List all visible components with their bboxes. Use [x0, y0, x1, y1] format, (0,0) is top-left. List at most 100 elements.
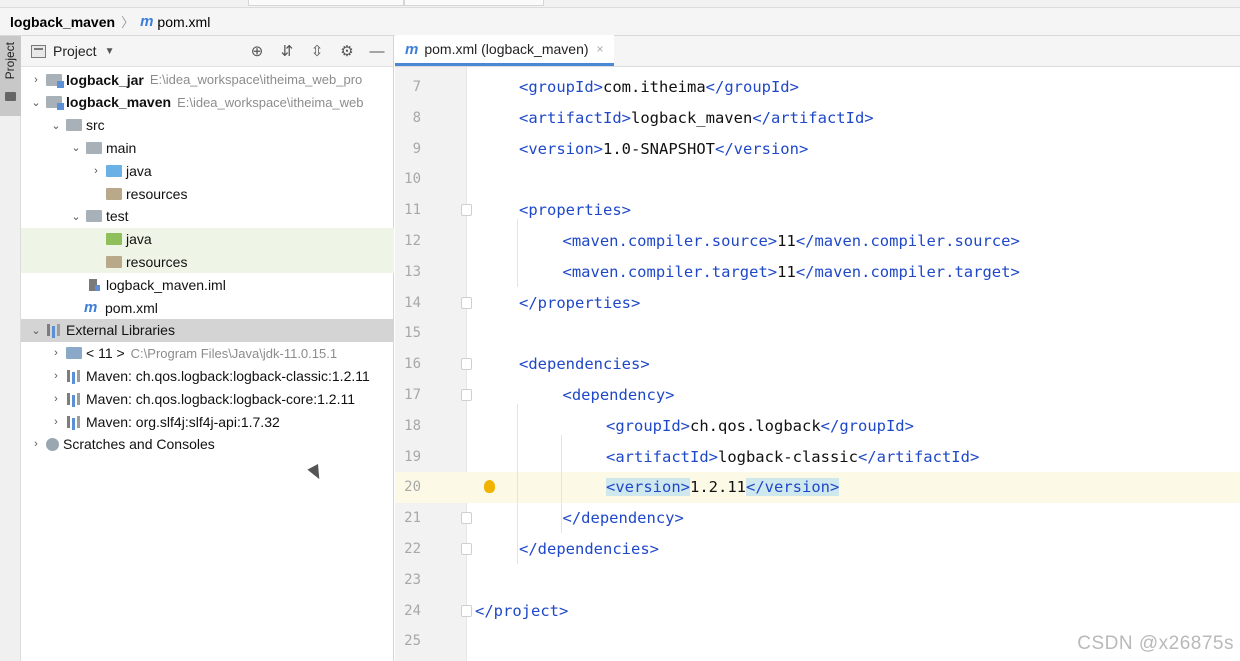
code-line[interactable]: 9 <version>1.0-SNAPSHOT</version> [395, 134, 1240, 165]
tree-item-label: main [106, 139, 137, 156]
tree-item[interactable]: ⌄ External Libraries [21, 318, 394, 342]
collapse-all-icon[interactable]: ⇳ [309, 42, 325, 60]
tree-item[interactable]: › Scratches and Consoles [21, 433, 394, 456]
tree-item[interactable]: › Maven: org.slf4j:slf4j-api:1.7.32 [21, 410, 394, 433]
tree-item[interactable]: ⌄ src [21, 114, 394, 137]
module-folder-icon [46, 96, 64, 111]
tree-item[interactable]: resources [21, 182, 394, 205]
resources-folder-icon [106, 187, 122, 200]
code-line[interactable]: 12 <maven.compiler.source>11</maven.compi… [395, 226, 1240, 257]
chevron-down-icon[interactable]: ⌄ [49, 119, 63, 132]
code-line[interactable]: 15 [395, 318, 1240, 349]
tree-item-path: C:\Program Files\Java\jdk-11.0.15.1 [130, 345, 338, 361]
tree-item[interactable]: › < 11 > C:\Program Files\Java\jdk-11.0.15… [21, 342, 394, 365]
code-tag: <artifactId> [606, 447, 718, 466]
code-value: logback-classic [717, 447, 858, 466]
chevron-right-icon[interactable]: › [49, 393, 63, 405]
project-panel-header: Project ▼ ⊕ ⇵ ⇳ ⚙ — [21, 36, 393, 67]
line-number: 23 [404, 571, 421, 588]
code-line[interactable]: 20 <version>1.2.11</version> [395, 472, 1240, 504]
tree-item[interactable]: › logback_jar E:\idea_workspace\itheima_we… [21, 68, 394, 91]
code-line[interactable]: 16 <dependencies> [395, 349, 1240, 380]
tree-item[interactable]: java [21, 227, 394, 251]
code-text: <version>1.0-SNAPSHOT</version> [519, 134, 808, 165]
fold-marker-icon[interactable] [461, 389, 472, 401]
chevron-down-icon[interactable]: ⌄ [29, 324, 43, 337]
breadcrumb-project[interactable]: logback_maven [10, 14, 115, 30]
code-line[interactable]: 14 </properties> [395, 288, 1240, 319]
code-value: 1.0-SNAPSHOT [603, 139, 715, 158]
chevron-right-icon[interactable]: › [89, 165, 103, 177]
chevron-down-icon[interactable]: ⌄ [29, 96, 43, 109]
breadcrumb-file[interactable]: pom.xml [157, 14, 210, 30]
code-line[interactable]: 21 </dependency> [395, 503, 1240, 534]
minimize-icon[interactable]: — [369, 43, 385, 60]
breadcrumb-separator-icon: 〉 [121, 15, 135, 30]
background-tab[interactable] [248, 0, 404, 6]
code-line[interactable]: 24 </project> [395, 596, 1240, 627]
navigation-bar: logback_maven 〉 m pom.xml [0, 8, 1240, 36]
line-number: 24 [404, 602, 421, 619]
code-value: 1.2.11 [690, 478, 746, 497]
project-view-selector[interactable]: Project [53, 43, 97, 59]
project-panel-toolbar: ⊕ ⇵ ⇳ ⚙ — [249, 42, 393, 61]
code-line[interactable]: 23 [395, 565, 1240, 596]
code-tag: </groupId> [820, 416, 914, 435]
tree-item-label: External Libraries [66, 322, 175, 339]
chevron-right-icon[interactable]: › [29, 74, 43, 86]
code-line[interactable]: 18 <groupId>ch.qos.logback</groupId> [395, 411, 1240, 442]
line-number: 18 [404, 417, 421, 434]
code-text: <groupId>ch.qos.logback</groupId> [606, 411, 914, 442]
code-text: </project> [475, 596, 568, 627]
fold-marker-icon[interactable] [461, 296, 472, 309]
chevron-down-icon[interactable]: ⌄ [69, 210, 83, 223]
tree-item[interactable]: ⌄ main [21, 136, 394, 159]
fold-marker-icon[interactable] [461, 512, 472, 525]
code-area[interactable]: 7 <groupId>com.itheima</groupId> 8 <artifac… [395, 67, 1240, 661]
close-icon[interactable]: × [597, 42, 604, 56]
chevron-right-icon[interactable]: › [49, 347, 63, 359]
tree-item[interactable]: ⌄ test [21, 205, 394, 228]
code-line[interactable]: 17 <dependency> [395, 380, 1240, 411]
fold-marker-icon[interactable] [461, 358, 472, 371]
maven-file-icon: m [84, 299, 98, 316]
code-line[interactable]: 11 <properties> [395, 195, 1240, 226]
chevron-down-icon[interactable]: ⌄ [69, 141, 83, 154]
gear-icon[interactable]: ⚙ [339, 42, 355, 60]
code-tag: </dependencies> [519, 540, 659, 558]
tree-item-label: test [106, 208, 129, 225]
tree-item[interactable]: logback_maven.iml [21, 273, 394, 296]
line-number: 12 [404, 233, 421, 249]
chevron-right-icon[interactable]: › [49, 416, 63, 428]
code-value: 11 [777, 232, 796, 250]
fold-marker-icon[interactable] [461, 204, 472, 217]
tree-item-label: logback_jar [66, 71, 144, 88]
library-icon [66, 392, 82, 405]
background-tab[interactable] [404, 0, 544, 6]
resources-folder-icon [106, 255, 122, 268]
tree-item[interactable]: › Maven: ch.qos.logback:logback-core:1.2.… [21, 387, 394, 410]
chevron-right-icon[interactable]: › [29, 438, 43, 450]
code-line[interactable]: 8 <artifactId>logback_maven</artifactId> [395, 103, 1240, 134]
locate-icon[interactable]: ⊕ [249, 42, 265, 60]
code-line[interactable]: 19 <artifactId>logback-classic</artifactI… [395, 442, 1240, 473]
code-line[interactable]: 22 </dependencies> [395, 534, 1240, 565]
fold-marker-icon[interactable] [461, 604, 472, 617]
editor-tab-pom[interactable]: m pom.xml (logback_maven) × [395, 35, 614, 66]
tree-item[interactable]: ⌄ logback_maven E:\idea_workspace\itheima_… [21, 91, 394, 114]
editor-tab-label: pom.xml (logback_maven) [424, 41, 589, 57]
expand-all-icon[interactable]: ⇵ [279, 42, 295, 60]
line-number: 15 [404, 325, 421, 342]
chevron-down-icon[interactable]: ▼ [105, 46, 115, 57]
tree-item[interactable]: m pom.xml [21, 296, 394, 319]
code-line[interactable]: 10 [395, 164, 1240, 195]
project-tool-window-tab[interactable]: Project [0, 36, 21, 116]
tree-item[interactable]: › Maven: ch.qos.logback:logback-classic:1… [21, 364, 394, 387]
fold-marker-icon[interactable] [461, 543, 472, 555]
tree-item[interactable]: resources [21, 250, 394, 274]
intention-bulb-icon[interactable] [484, 480, 495, 494]
code-line[interactable]: 7 <groupId>com.itheima</groupId> [395, 72, 1240, 103]
code-line[interactable]: 13 <maven.compiler.target>11</maven.compi… [395, 257, 1240, 288]
chevron-right-icon[interactable]: › [49, 370, 63, 382]
tree-item[interactable]: › java [21, 159, 394, 182]
